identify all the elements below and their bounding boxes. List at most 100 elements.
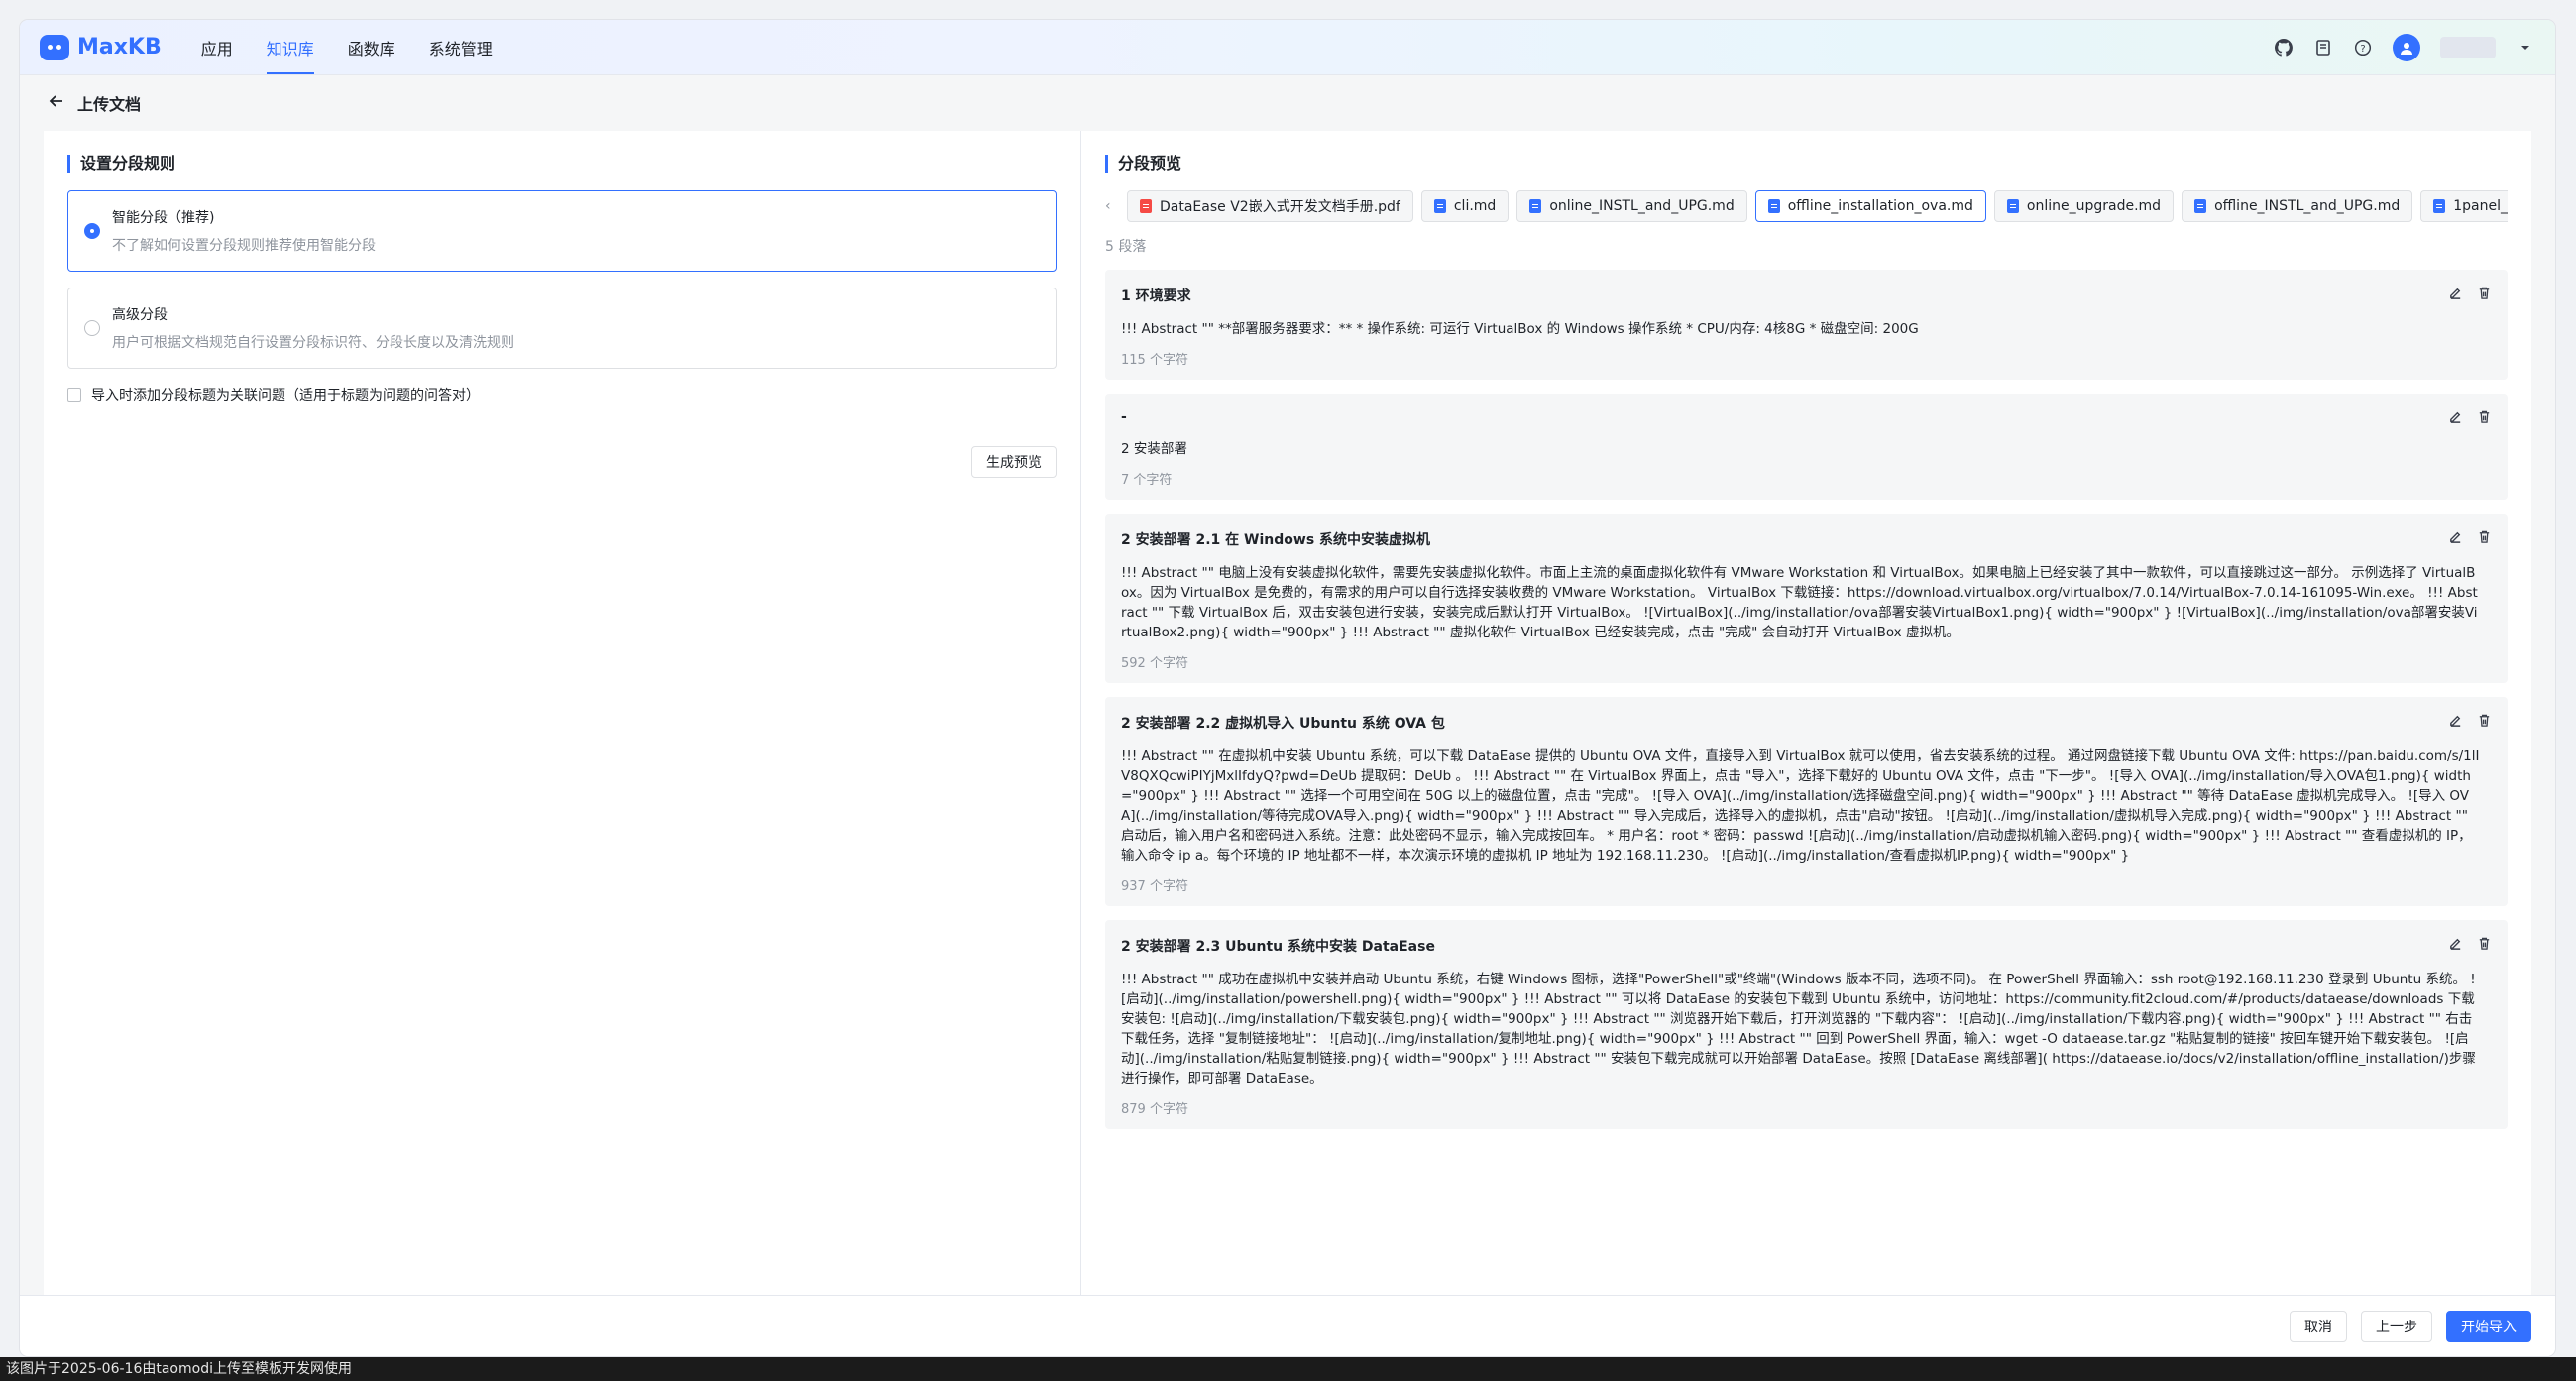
segment-card: 2 安装部署 2.1 在 Windows 系统中安装虚拟机 !!! Abstra… xyxy=(1105,514,2508,683)
segment-count: 5 段落 xyxy=(1105,239,1147,255)
doc-file-icon xyxy=(2006,199,2019,213)
segment-actions xyxy=(2448,409,2492,428)
preview-title: 分段预览 xyxy=(1105,155,2508,173)
maxkb-logo-icon xyxy=(40,34,69,60)
segment-actions xyxy=(2448,286,2492,304)
option-desc: 不了解如何设置分段规则推荐使用智能分段 xyxy=(112,238,376,254)
doc-file-icon xyxy=(1767,199,1780,213)
doc-file-icon xyxy=(1529,199,1542,213)
segment-card: 2 安装部署 2.2 虚拟机导入 Ubuntu 系统 OVA 包 !!! Abs… xyxy=(1105,697,2508,906)
segment-actions xyxy=(2448,936,2492,955)
doc-file-icon xyxy=(1433,199,1446,213)
github-icon[interactable] xyxy=(2274,38,2294,58)
chevron-down-icon[interactable] xyxy=(2516,38,2535,58)
nav-item-functions[interactable]: 函数库 xyxy=(348,20,395,74)
segment-title: - xyxy=(1121,409,1127,425)
segment-actions xyxy=(2448,713,2492,732)
file-tabs: ‹ DataEase V2嵌入式开发文档手册.pdf cli.md online… xyxy=(1105,190,2508,222)
file-tab[interactable]: cli.md xyxy=(1420,190,1510,222)
segment-actions xyxy=(2448,529,2492,548)
segment-content: !!! Abstract "" 成功在虚拟机中安装并启动 Ubuntu 系统，右… xyxy=(1121,972,2476,1087)
file-tab[interactable]: online_upgrade.md xyxy=(1993,190,2175,222)
header-actions: ? xyxy=(2274,33,2535,61)
svg-text:?: ? xyxy=(2360,44,2365,55)
logo[interactable]: MaxKB xyxy=(40,34,162,60)
title-as-question-row[interactable]: 导入时添加分段标题为关联问题（适用于标题为问题的问答对） xyxy=(67,385,1057,404)
file-tab-label: cli.md xyxy=(1453,198,1497,214)
segment-char-count: 115 个字符 xyxy=(1121,353,1188,368)
doc-file-icon xyxy=(2194,199,2207,213)
delete-icon[interactable] xyxy=(2477,713,2492,732)
segment-rules-panel: 设置分段规则 智能分段（推荐) 不了解如何设置分段规则推荐使用智能分段 高级分段… xyxy=(44,131,1081,1295)
help-icon[interactable]: ? xyxy=(2353,38,2373,58)
doc-file-icon xyxy=(2433,199,2446,213)
segment-content: !!! Abstract "" **部署服务器要求：** * 操作系统: 可运行… xyxy=(1121,321,1919,337)
segment-title: 2 安装部署 2.2 虚拟机导入 Ubuntu 系统 OVA 包 xyxy=(1121,716,1445,732)
file-tab[interactable]: offline_INSTL_and_UPG.md xyxy=(2182,190,2413,222)
delete-icon[interactable] xyxy=(2477,936,2492,955)
segment-content: !!! Abstract "" 电脑上没有安装虚拟化软件，需要先安装虚拟化软件。… xyxy=(1121,565,2478,640)
segment-char-count: 937 个字符 xyxy=(1121,879,1188,894)
delete-icon[interactable] xyxy=(2477,529,2492,548)
file-tab-label: offline_installation_ova.md xyxy=(1787,198,1973,214)
avatar[interactable] xyxy=(2393,33,2420,61)
segment-content: !!! Abstract "" 在虚拟机中安装 Ubuntu 系统，可以下载 D… xyxy=(1121,748,2480,863)
main-content: 设置分段规则 智能分段（推荐) 不了解如何设置分段规则推荐使用智能分段 高级分段… xyxy=(44,131,2531,1295)
chevron-left-icon[interactable]: ‹ xyxy=(1105,198,1119,214)
edit-icon[interactable] xyxy=(2448,286,2463,304)
segment-title: 2 安装部署 2.1 在 Windows 系统中安装虚拟机 xyxy=(1121,532,1431,548)
top-navbar: MaxKB 应用 知识库 函数库 系统管理 ? xyxy=(20,20,2555,75)
rules-title: 设置分段规则 xyxy=(67,155,1057,173)
file-tab[interactable]: DataEase V2嵌入式开发文档手册.pdf xyxy=(1127,190,1413,222)
page-header: 上传文档 xyxy=(20,75,2555,131)
edit-icon[interactable] xyxy=(2448,409,2463,428)
segment-title: 2 安装部署 2.3 Ubuntu 系统中安装 DataEase xyxy=(1121,939,1435,955)
radio-smart-split[interactable] xyxy=(84,223,100,239)
segment-char-count: 7 个字符 xyxy=(1121,473,1173,488)
file-tab-label: online_INSTL_and_UPG.md xyxy=(1549,198,1735,214)
segment-title: 1 环境要求 xyxy=(1121,288,1191,304)
title-as-question-checkbox[interactable] xyxy=(67,388,81,402)
app-name: MaxKB xyxy=(77,35,162,59)
nav-item-apps[interactable]: 应用 xyxy=(201,20,233,74)
delete-icon[interactable] xyxy=(2477,286,2492,304)
page-title: 上传文档 xyxy=(77,95,142,114)
option-title: 智能分段（推荐) xyxy=(112,210,215,226)
segment-preview-panel: 分段预览 ‹ DataEase V2嵌入式开发文档手册.pdf cli.md o… xyxy=(1081,131,2531,1295)
pdf-file-icon xyxy=(1140,199,1152,213)
checkbox-label: 导入时添加分段标题为关联问题（适用于标题为问题的问答对） xyxy=(91,388,480,403)
main-nav: 应用 知识库 函数库 系统管理 xyxy=(201,20,493,74)
radio-advanced-split[interactable] xyxy=(84,320,100,336)
edit-icon[interactable] xyxy=(2448,936,2463,955)
segment-char-count: 592 个字符 xyxy=(1121,656,1188,671)
delete-icon[interactable] xyxy=(2477,409,2492,428)
file-tab-label: online_upgrade.md xyxy=(2026,198,2162,214)
segment-card: 1 环境要求 !!! Abstract "" **部署服务器要求：** * 操作… xyxy=(1105,270,2508,380)
file-tab-label: 1panel_installation.m xyxy=(2453,198,2508,214)
edit-icon[interactable] xyxy=(2448,713,2463,732)
nav-item-system[interactable]: 系统管理 xyxy=(429,20,493,74)
option-desc: 用户可根据文档规范自行设置分段标识符、分段长度以及清洗规则 xyxy=(112,335,514,351)
segment-char-count: 879 个字符 xyxy=(1121,1102,1188,1117)
file-tab-active[interactable]: offline_installation_ova.md xyxy=(1754,190,1986,222)
option-title: 高级分段 xyxy=(112,307,168,323)
generate-preview-button[interactable]: 生成预览 xyxy=(971,446,1057,478)
file-tab[interactable]: 1panel_installation.m xyxy=(2420,190,2508,222)
option-advanced-split[interactable]: 高级分段 用户可根据文档规范自行设置分段标识符、分段长度以及清洗规则 xyxy=(67,288,1057,369)
username-blurred[interactable] xyxy=(2440,36,2496,58)
segment-card: 2 安装部署 2.3 Ubuntu 系统中安装 DataEase !!! Abs… xyxy=(1105,920,2508,1129)
nav-item-knowledge[interactable]: 知识库 xyxy=(266,20,314,74)
footer-actions: 取消 上一步 开始导入 xyxy=(20,1295,2555,1356)
segment-content: 2 安装部署 xyxy=(1121,441,1187,457)
previous-step-button[interactable]: 上一步 xyxy=(2361,1310,2432,1342)
segment-card: - 2 安装部署 7 个字符 xyxy=(1105,394,2508,500)
edit-icon[interactable] xyxy=(2448,529,2463,548)
file-tab[interactable]: online_INSTL_and_UPG.md xyxy=(1516,190,1747,222)
start-import-button[interactable]: 开始导入 xyxy=(2446,1310,2531,1342)
book-icon[interactable] xyxy=(2313,38,2333,58)
app-window: MaxKB 应用 知识库 函数库 系统管理 ? 上传文档 设置分段规则 智能分段… xyxy=(20,20,2555,1356)
option-smart-split[interactable]: 智能分段（推荐) 不了解如何设置分段规则推荐使用智能分段 xyxy=(67,190,1057,272)
back-arrow-icon[interactable] xyxy=(48,92,65,114)
watermark-bar: 该图片于2025-06-16由taomodi上传至模板开发网使用 xyxy=(0,1357,2576,1381)
cancel-button[interactable]: 取消 xyxy=(2290,1310,2347,1342)
